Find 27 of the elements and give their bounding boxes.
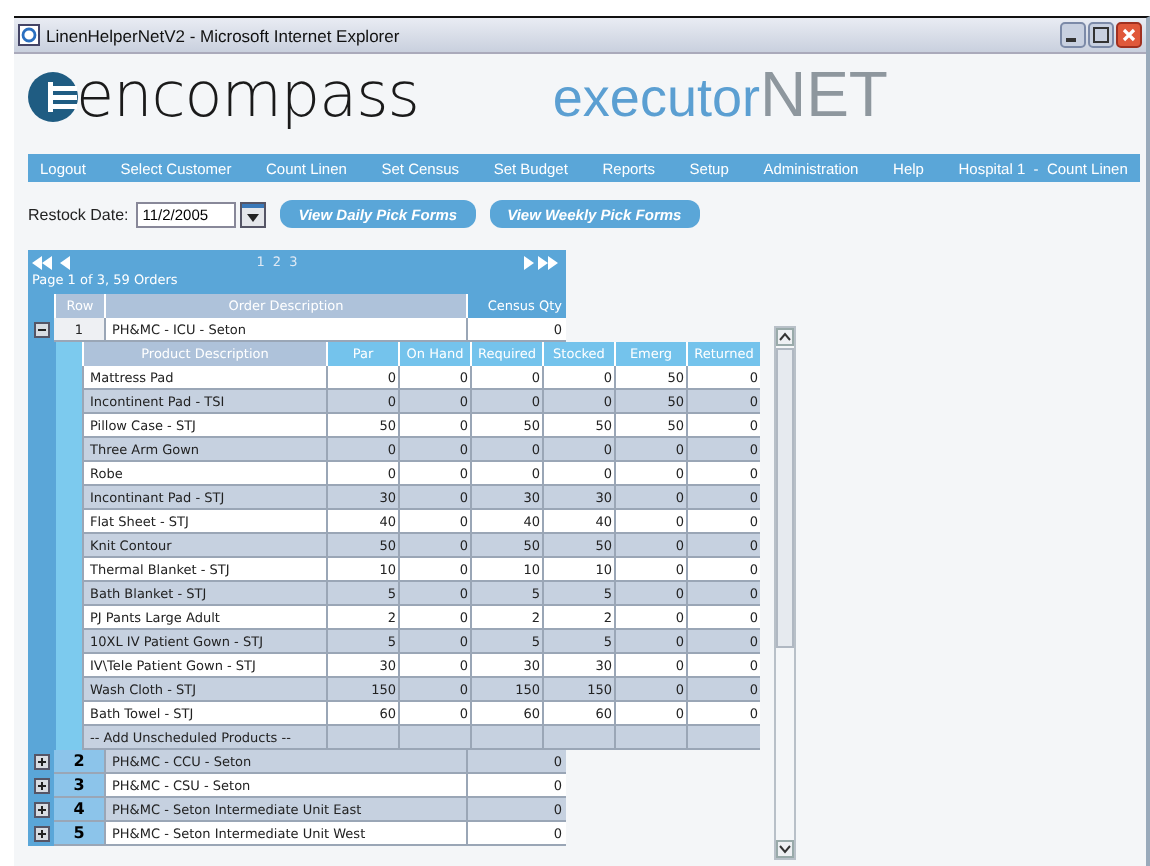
field-label: Restock Date: <box>28 205 129 223</box>
row-number: 4 <box>54 798 104 822</box>
scroll-thumb[interactable] <box>776 348 794 648</box>
close-button[interactable] <box>1116 22 1142 48</box>
expand-icon[interactable] <box>33 826 49 842</box>
row-number: 2 <box>54 750 104 774</box>
scroll-down-icon[interactable] <box>776 840 794 858</box>
collapse-icon[interactable] <box>33 322 49 338</box>
dropdown-button[interactable] <box>240 201 267 227</box>
expand-icon[interactable] <box>33 802 49 818</box>
next-page-icon[interactable] <box>524 255 534 269</box>
maximize-button[interactable] <box>1088 22 1114 48</box>
product-logo: executorNET <box>552 64 888 134</box>
minimize-button[interactable] <box>1060 22 1086 48</box>
brand-logo: encompass <box>76 62 419 130</box>
page-icon <box>18 24 40 46</box>
scroll-up-icon[interactable] <box>776 328 794 346</box>
row-number: 3 <box>54 774 104 798</box>
window-title: LinenHelperNetV2 - Microsoft Internet Explorer <box>46 25 400 45</box>
previous-page-icon[interactable] <box>60 255 70 269</box>
logo-icon <box>28 71 78 121</box>
scrollbar[interactable] <box>774 326 796 860</box>
expand-icon[interactable] <box>33 754 49 770</box>
expand-icon[interactable] <box>33 778 49 794</box>
first-page-icon[interactable] <box>32 255 56 269</box>
row-number: 5 <box>54 822 104 846</box>
last-page-icon[interactable] <box>538 255 562 269</box>
